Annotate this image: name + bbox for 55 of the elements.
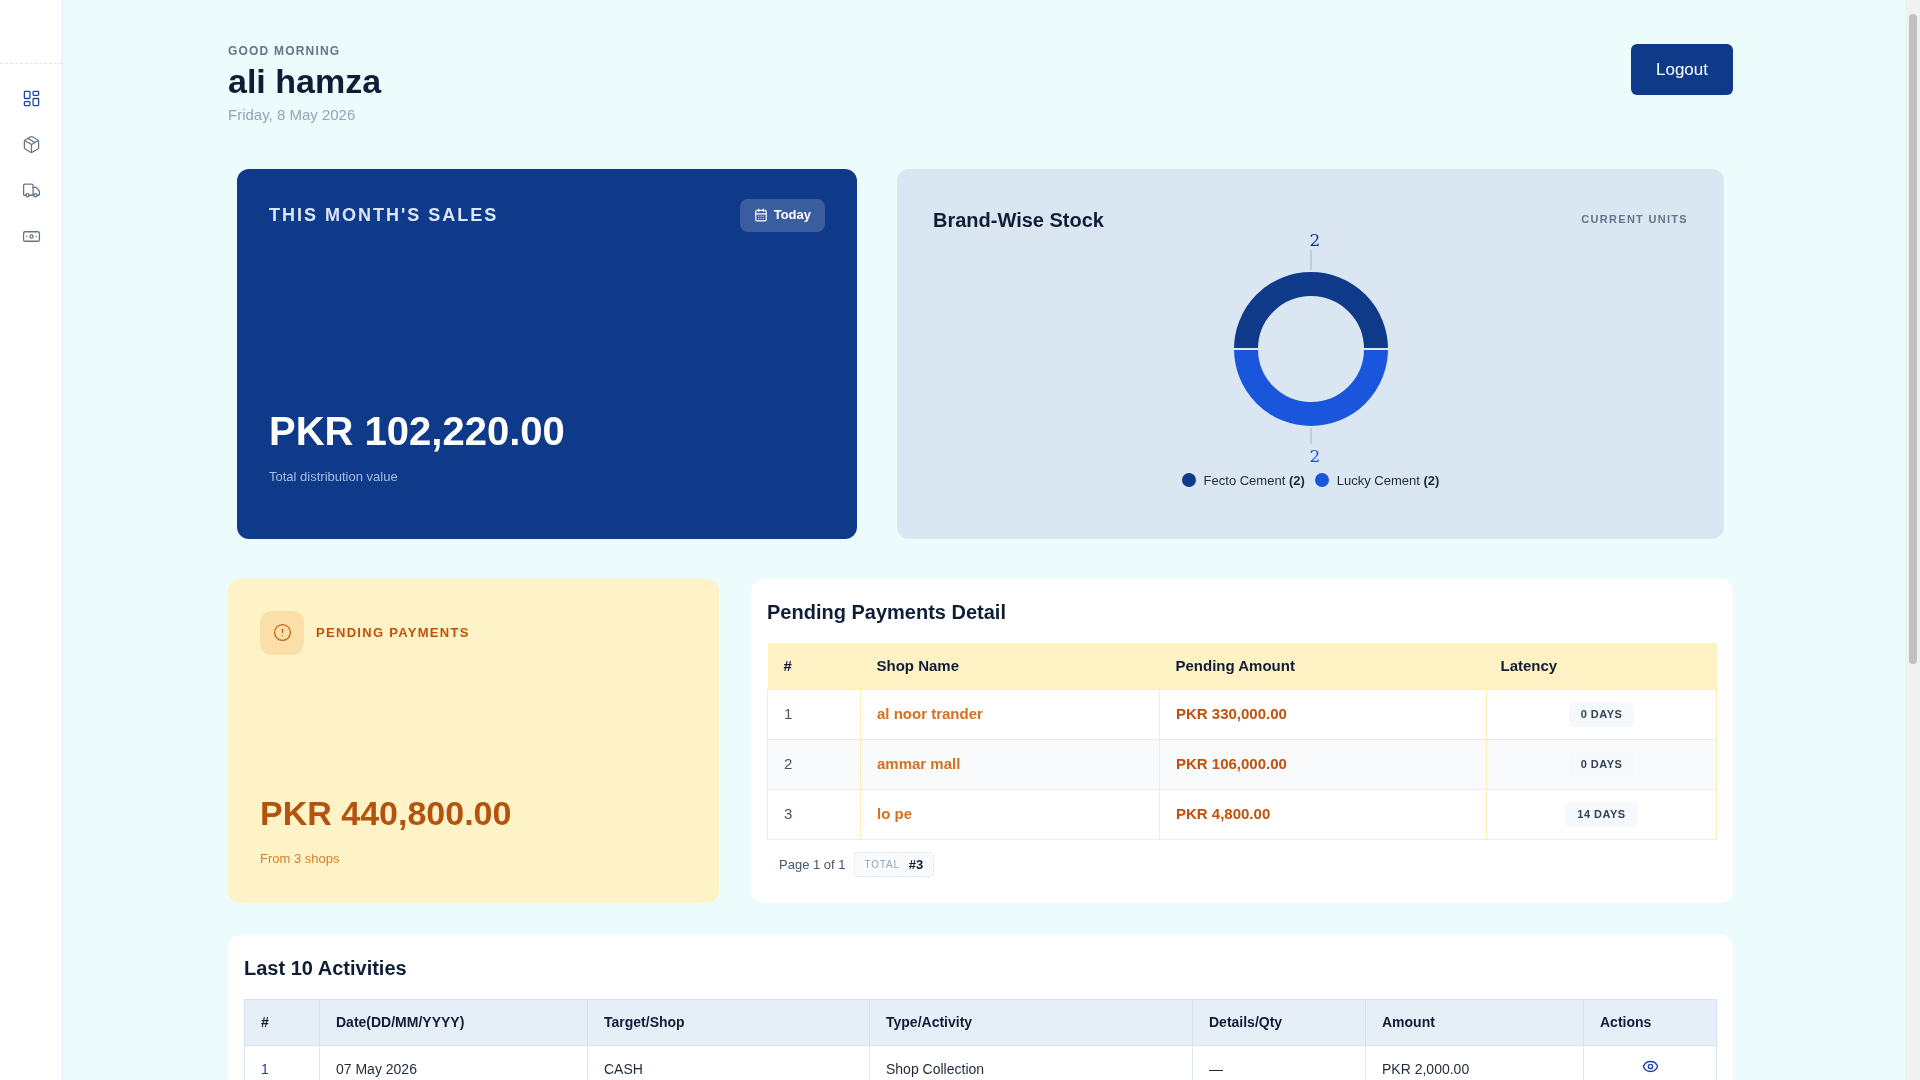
today-button[interactable]: Today bbox=[739, 198, 825, 232]
user-name: ali hamza bbox=[228, 61, 382, 102]
dashboard-icon bbox=[21, 88, 41, 108]
column-header: Pending Amount bbox=[1159, 642, 1487, 690]
table-cell: 1 bbox=[784, 705, 793, 723]
card-title: Last 10 Activities bbox=[244, 955, 408, 981]
table-cell: lo pe bbox=[877, 805, 912, 823]
table-cell: PKR 330,000.00 bbox=[1176, 705, 1287, 723]
alert-icon bbox=[272, 623, 292, 642]
table-cell: PKR 2,000.00 bbox=[1382, 1060, 1470, 1077]
greeting: GOOD MORNING bbox=[228, 43, 342, 60]
pending-caption: From 3 shops bbox=[260, 850, 341, 868]
table-cell: 07 May 2026 bbox=[336, 1060, 417, 1077]
table-cell: PKR 106,000.00 bbox=[1176, 755, 1287, 773]
table-cell: PKR 4,800.00 bbox=[1176, 805, 1271, 823]
card-title: Brand-Wise Stock bbox=[933, 207, 1104, 233]
table-cell: 1 bbox=[261, 1060, 269, 1077]
table-cell: ammar mall bbox=[877, 755, 961, 773]
column-header: Shop Name bbox=[860, 642, 1160, 690]
pending-amount: PKR 440,800.00 bbox=[260, 793, 513, 834]
box-icon bbox=[21, 134, 41, 154]
column-header: # bbox=[767, 642, 861, 690]
table-cell: 3 bbox=[784, 805, 793, 823]
column-header: Date(DD/MM/YYYY) bbox=[319, 999, 588, 1045]
column-header: Actions bbox=[1583, 999, 1717, 1045]
page-info: Page 1 of 1 bbox=[779, 855, 846, 874]
current-date: Friday, 8 May 2026 bbox=[228, 105, 357, 125]
total-count: #3 bbox=[908, 855, 924, 874]
column-header: Type/Activity bbox=[869, 999, 1193, 1045]
total-label: TOTAL bbox=[864, 858, 900, 872]
latency-badge: 14 DAYS bbox=[1565, 802, 1638, 827]
data-label: 2 bbox=[1309, 445, 1320, 466]
calendar-icon bbox=[753, 208, 768, 222]
column-header: Target/Shop bbox=[587, 999, 870, 1045]
column-header: Details/Qty bbox=[1192, 999, 1366, 1045]
latency-badge: 0 DAYS bbox=[1568, 752, 1635, 777]
table-cell: Shop Collection bbox=[886, 1060, 985, 1077]
legend-label: Lucky Cement (2) bbox=[1336, 471, 1440, 490]
latency-badge: 0 DAYS bbox=[1568, 702, 1635, 727]
sales-caption: Total distribution value bbox=[269, 468, 399, 486]
column-header: # bbox=[244, 999, 320, 1045]
table-cell: 2 bbox=[784, 755, 793, 773]
table-cell: CASH bbox=[604, 1060, 643, 1077]
logout-button[interactable]: Logout bbox=[1631, 44, 1733, 95]
unit-label: CURRENT UNITS bbox=[1581, 212, 1688, 228]
column-header: Amount bbox=[1365, 999, 1584, 1045]
table-cell: al noor trander bbox=[877, 705, 983, 723]
card-title: THIS MONTH'S SALES bbox=[269, 203, 499, 227]
data-label: 2 bbox=[1309, 230, 1320, 250]
card-title: PENDING PAYMENTS bbox=[316, 623, 470, 642]
legend-label: Fecto Cement (2) bbox=[1203, 471, 1305, 490]
sales-amount: PKR 102,220.00 bbox=[269, 408, 566, 455]
table-cell: — bbox=[1209, 1060, 1223, 1077]
card-title: Pending Payments Detail bbox=[767, 599, 1007, 625]
column-header: Latency bbox=[1486, 642, 1717, 690]
